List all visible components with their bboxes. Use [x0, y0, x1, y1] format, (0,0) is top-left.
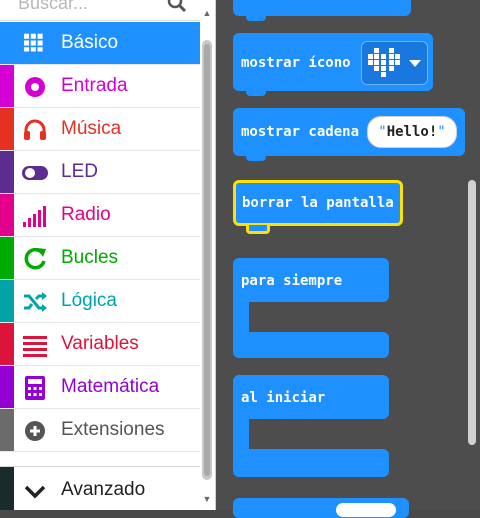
block-notch — [246, 14, 266, 21]
category-color-bar — [0, 409, 14, 451]
category-color-bar — [0, 65, 14, 107]
block-label: para siempre — [241, 273, 343, 289]
radio-circle-icon — [25, 77, 45, 97]
block-label: borrar la pantalla — [242, 195, 394, 211]
toggle-icon — [22, 166, 48, 180]
block-show-icon[interactable]: mostrar ícono — [233, 33, 433, 91]
chevron-down-icon — [24, 485, 46, 499]
category-radio[interactable]: Radio — [0, 194, 200, 237]
category-musica[interactable]: Música — [0, 108, 200, 151]
category-bucles[interactable]: Bucles — [0, 237, 200, 280]
block-label: mostrar ícono — [241, 55, 351, 71]
category-label: Lógica — [61, 290, 117, 311]
calculator-icon — [25, 376, 45, 400]
quote-close: " — [437, 124, 446, 140]
refresh-icon — [24, 247, 46, 270]
block-notch — [246, 154, 266, 161]
search-placeholder: Buscar... — [18, 0, 89, 13]
dropdown-arrow-icon — [409, 60, 421, 67]
string-input[interactable]: "Hello!" — [367, 116, 457, 148]
category-label: Música — [61, 118, 122, 139]
workspace-scrollbar[interactable] — [468, 180, 476, 445]
quote-open: " — [378, 124, 387, 140]
category-label: LED — [61, 161, 98, 182]
workspace[interactable]: mostrar ícono mostrar cadena "Hello!" bo… — [216, 0, 480, 518]
icon-dropdown[interactable] — [361, 41, 428, 85]
block-show-string[interactable]: mostrar cadena "Hello!" — [233, 108, 465, 156]
block-on-start-bottom — [233, 449, 389, 477]
block-label: mostrar cadena — [241, 124, 360, 140]
category-matematica[interactable]: Matemática — [0, 366, 200, 409]
block-notch — [246, 89, 266, 96]
block-clear-screen[interactable]: borrar la pantalla — [233, 180, 403, 226]
plus-circle-icon — [25, 421, 45, 441]
block-forever[interactable]: para siempre — [233, 258, 389, 302]
grid-icon — [24, 33, 43, 52]
category-color-bar — [0, 194, 14, 236]
search-box[interactable]: Buscar... — [0, 0, 200, 21]
heart-icon — [368, 48, 400, 77]
category-logica[interactable]: Lógica — [0, 280, 200, 323]
category-basico[interactable]: Básico — [0, 22, 200, 65]
block-partial-input[interactable] — [336, 503, 396, 517]
category-label: Bucles — [61, 247, 119, 268]
list-icon — [23, 336, 47, 357]
category-color-bar — [0, 366, 14, 408]
block-on-start[interactable]: al iniciar — [233, 375, 389, 419]
block-forever-bottom — [233, 332, 389, 358]
category-color-bar — [0, 237, 14, 279]
category-color-bar — [0, 280, 14, 322]
shuffle-icon — [24, 292, 47, 312]
string-value: Hello! — [386, 124, 438, 140]
category-variables[interactable]: Variables — [0, 323, 200, 366]
category-label: Entrada — [61, 75, 128, 96]
toolbox: Buscar... Básico Entrada Música LED Radi… — [0, 0, 216, 510]
category-label: Variables — [61, 333, 139, 354]
category-entrada[interactable]: Entrada — [0, 65, 200, 108]
block-notch — [246, 225, 270, 234]
category-color-bar — [0, 323, 14, 365]
search-icon[interactable] — [166, 0, 188, 14]
category-color-bar — [0, 467, 14, 510]
category-label: Básico — [61, 32, 119, 53]
block-forever-slot — [249, 304, 389, 330]
category-label: Radio — [61, 204, 111, 225]
headphones-icon — [24, 119, 46, 140]
category-led[interactable]: LED — [0, 151, 200, 194]
scroll-up-arrow[interactable]: ▲ — [202, 8, 212, 18]
category-extensiones[interactable]: Extensiones — [0, 409, 200, 452]
category-color-bar — [0, 108, 14, 150]
category-label: Extensiones — [61, 419, 165, 440]
scroll-down-arrow[interactable]: ▼ — [202, 494, 212, 504]
category-avanzado[interactable]: Avanzado — [0, 466, 200, 510]
block-on-start-slot — [249, 421, 389, 447]
category-label: Matemática — [61, 376, 160, 397]
toolbox-scrollbar[interactable] — [202, 40, 212, 480]
category-color-bar — [0, 151, 14, 193]
signal-bars-icon — [23, 206, 46, 227]
block-label: al iniciar — [241, 390, 326, 406]
category-label: Avanzado — [61, 479, 146, 500]
